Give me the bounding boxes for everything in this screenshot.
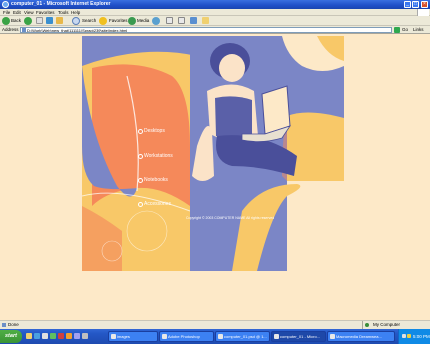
search-icon[interactable] <box>72 17 80 25</box>
task-dreamweaver[interactable]: Macromedia Dreamwea... <box>327 331 395 342</box>
folder-icon[interactable] <box>202 17 209 24</box>
quicklaunch-app4-icon[interactable] <box>82 333 88 339</box>
quicklaunch-media-icon[interactable] <box>50 333 56 339</box>
mail-icon[interactable] <box>166 17 173 24</box>
minimize-button[interactable]: _ <box>404 1 411 8</box>
menu-favorites[interactable]: Favorites <box>36 10 55 15</box>
title-bar: computer_01 - Microsoft Internet Explore… <box>0 0 430 9</box>
address-input[interactable]: D:\Work\Web\new_that\111111\Sprag\239\si… <box>20 27 392 33</box>
system-tray: 5:00 PM <box>398 329 430 344</box>
stop-icon[interactable] <box>36 17 43 24</box>
quicklaunch-desktop-icon[interactable] <box>26 333 32 339</box>
edit-icon[interactable] <box>190 17 197 24</box>
address-url: D:\Work\Web\new_that\111111\Sprag\239\si… <box>27 28 128 33</box>
close-button[interactable]: × <box>421 1 428 8</box>
page-done-icon <box>2 323 6 327</box>
menu-view[interactable]: View <box>24 10 34 15</box>
back-label[interactable]: Back <box>11 18 21 23</box>
menu-tools[interactable]: Tools <box>58 10 69 15</box>
ie-icon <box>274 334 279 339</box>
menu-bar: File Edit View Favorites Tools Help <box>0 9 430 16</box>
home-icon[interactable] <box>56 17 63 24</box>
address-bar: Address D:\Work\Web\new_that\111111\Spra… <box>0 26 430 34</box>
start-button[interactable]: start <box>0 330 22 343</box>
back-arrow-icon[interactable] <box>2 17 10 25</box>
print-icon[interactable] <box>178 17 185 24</box>
photoshop-icon <box>162 334 167 339</box>
nav-workstations[interactable]: Workstations <box>138 153 173 159</box>
copyright-text: Copyright © 2003 COMPUTER NAME All right… <box>186 216 275 220</box>
photoshop-doc-icon <box>218 334 223 339</box>
page-icon <box>22 28 26 32</box>
dreamweaver-icon <box>330 334 335 339</box>
window-title: computer_01 - Microsoft Internet Explore… <box>11 1 111 7</box>
taskbar: start images Adobe Photoshop computer_01… <box>0 329 430 344</box>
quicklaunch-app3-icon[interactable] <box>74 333 80 339</box>
menu-edit[interactable]: Edit <box>13 10 21 15</box>
ie-logo-icon <box>2 1 9 8</box>
nav-accessories[interactable]: Accessories <box>138 201 171 207</box>
task-psd-file[interactable]: computer_01.psd @ 1... <box>215 331 270 342</box>
refresh-icon[interactable] <box>46 17 53 24</box>
quicklaunch-explorer-icon[interactable] <box>42 333 48 339</box>
task-label: computer_01.psd @ 1... <box>224 334 267 339</box>
status-text: Done <box>8 322 19 327</box>
page-viewport: Desktops Workstations Notebooks Accessor… <box>0 34 430 320</box>
task-label: Adobe Photoshop <box>168 334 200 339</box>
tray-volume-icon[interactable] <box>407 334 411 338</box>
nav-desktops[interactable]: Desktops <box>138 128 165 134</box>
status-bar: Done My Computer <box>0 320 430 330</box>
nav-notebooks[interactable]: Notebooks <box>138 177 168 183</box>
folder-icon <box>111 334 116 339</box>
maximize-button[interactable]: □ <box>412 1 419 8</box>
search-label[interactable]: Search <box>82 18 96 23</box>
quicklaunch-app2-icon[interactable] <box>66 333 72 339</box>
quicklaunch-app-icon[interactable] <box>58 333 64 339</box>
menu-file[interactable]: File <box>3 10 10 15</box>
task-label: computer_01 - Micro... <box>280 334 321 339</box>
links-button[interactable]: Links <box>413 27 424 32</box>
go-button[interactable]: Go <box>402 27 408 32</box>
task-ie-window[interactable]: computer_01 - Micro... <box>271 331 326 342</box>
standard-toolbar: Back Search Favorites Media <box>0 16 430 26</box>
task-label: images <box>117 334 130 339</box>
media-icon[interactable] <box>128 17 136 25</box>
windows-flag-icon <box>417 9 429 16</box>
go-arrow-icon[interactable] <box>394 27 400 33</box>
media-label[interactable]: Media <box>137 18 149 23</box>
favorites-star-icon[interactable] <box>99 17 107 25</box>
task-photoshop[interactable]: Adobe Photoshop <box>159 331 214 342</box>
menu-help[interactable]: Help <box>71 10 80 15</box>
address-label: Address <box>2 27 19 32</box>
forward-arrow-icon[interactable] <box>24 17 32 25</box>
quicklaunch-ie-icon[interactable] <box>34 333 40 339</box>
tray-network-icon[interactable] <box>402 334 406 338</box>
history-icon[interactable] <box>152 17 160 25</box>
website-layout: Desktops Workstations Notebooks Accessor… <box>81 36 344 271</box>
favorites-label[interactable]: Favorites <box>109 18 128 23</box>
task-images[interactable]: images <box>108 331 158 342</box>
task-label: Macromedia Dreamwea... <box>336 334 382 339</box>
clock[interactable]: 5:00 PM <box>413 334 430 339</box>
site-artwork <box>81 36 344 271</box>
